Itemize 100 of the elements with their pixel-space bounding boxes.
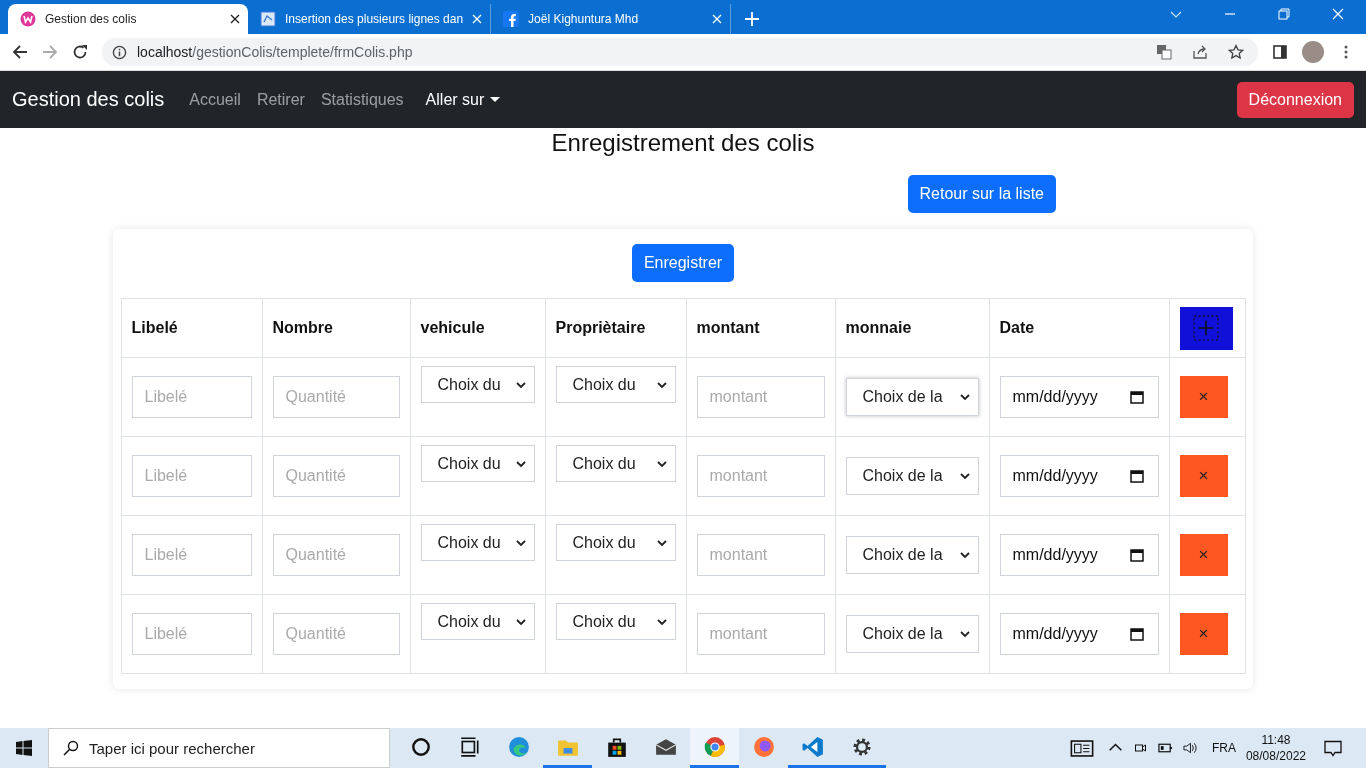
- search-icon: [63, 740, 79, 756]
- delete-row-button[interactable]: ×: [1179, 455, 1228, 497]
- app-logo-icon: [20, 11, 36, 27]
- browser-tab[interactable]: Insertion des plusieurs lignes dan: [248, 4, 492, 34]
- quantity-input[interactable]: Quantité: [272, 455, 400, 497]
- back-to-list-button[interactable]: Retour sur la liste: [907, 175, 1056, 213]
- back-arrow-icon[interactable]: [12, 44, 28, 60]
- date-input[interactable]: mm/dd/yyyy: [999, 455, 1159, 497]
- amount-input[interactable]: montant: [696, 534, 825, 576]
- owner-select[interactable]: Choix du: [555, 603, 676, 640]
- share-icon[interactable]: [1192, 44, 1208, 60]
- label-input[interactable]: Libelé: [131, 534, 252, 576]
- brand-link[interactable]: Gestion des colis: [12, 88, 165, 111]
- language-indicator[interactable]: FRA: [1211, 741, 1236, 755]
- save-button[interactable]: Enregistrer: [631, 244, 735, 282]
- currency-select[interactable]: Choix de la: [845, 615, 979, 653]
- nav-link[interactable]: Statistiques: [320, 90, 404, 109]
- vehicle-select[interactable]: Choix du: [420, 524, 535, 561]
- vehicle-select[interactable]: Choix du: [420, 366, 535, 403]
- add-row-button[interactable]: [1179, 306, 1233, 350]
- browser-tab[interactable]: Joël Kighuntura Mhd: [491, 4, 732, 34]
- date-input[interactable]: mm/dd/yyyy: [999, 376, 1159, 418]
- chevron-down-icon: [656, 458, 667, 469]
- date-input[interactable]: mm/dd/yyyy: [999, 613, 1159, 655]
- notification-icon[interactable]: [1324, 739, 1342, 757]
- camera-icon[interactable]: [1132, 741, 1148, 755]
- new-tab-icon[interactable]: [745, 12, 760, 26]
- code-editor-icon: [801, 735, 824, 758]
- address-field[interactable]: localhost/gestionColis/templete/frmColis.php: [102, 38, 1258, 66]
- chevron-down-icon: [959, 471, 970, 481]
- nav-link[interactable]: Accueil: [189, 90, 241, 109]
- close-icon[interactable]: [230, 14, 240, 24]
- shopping-bag-icon: [605, 735, 628, 758]
- chevron-down-icon: [656, 379, 667, 390]
- plus-icon: [1193, 315, 1219, 341]
- facebook-icon: [503, 11, 520, 27]
- info-icon: [112, 44, 127, 60]
- column-header: vehicule: [410, 298, 545, 358]
- star-icon[interactable]: [1228, 44, 1244, 60]
- edge-icon: [507, 735, 530, 758]
- taskbar-search-field[interactable]: Taper ici pour rechercher: [48, 728, 390, 768]
- windows-start-icon[interactable]: [16, 740, 32, 756]
- chevron-down-icon: [959, 392, 970, 402]
- delete-row-button[interactable]: ×: [1179, 376, 1228, 418]
- profile-avatar[interactable]: [1302, 41, 1324, 63]
- currency-select[interactable]: Choix de la: [845, 457, 979, 495]
- owner-select[interactable]: Choix du: [555, 445, 676, 482]
- label-input[interactable]: Libelé: [131, 613, 252, 655]
- circle-icon: [409, 735, 432, 758]
- logout-button[interactable]: Déconnexion: [1236, 81, 1354, 118]
- battery-icon[interactable]: [1157, 741, 1173, 755]
- chevron-down-icon: [959, 550, 970, 560]
- clock[interactable]: 11:48 08/08/2022: [1245, 732, 1306, 764]
- taskbar-chrome-button[interactable]: [690, 728, 739, 768]
- calendar-icon: [1129, 548, 1144, 562]
- nav-dropdown[interactable]: Aller sur: [425, 90, 501, 109]
- document-icon: [260, 11, 276, 27]
- browser-tab[interactable]: Gestion des colis: [8, 4, 248, 34]
- vehicle-select[interactable]: Choix du: [420, 603, 535, 640]
- currency-select[interactable]: Choix de la: [845, 378, 979, 416]
- owner-select[interactable]: Choix du: [555, 524, 676, 561]
- nav-link[interactable]: Retirer: [256, 90, 305, 109]
- news-icon[interactable]: [1069, 739, 1094, 757]
- delete-row-button[interactable]: ×: [1179, 613, 1228, 655]
- amount-input[interactable]: montant: [696, 455, 825, 497]
- chevron-down-icon: [656, 616, 667, 627]
- chevron-down-icon: [515, 537, 526, 548]
- speaker-icon[interactable]: [1182, 741, 1198, 755]
- chrome-icon: [703, 735, 726, 758]
- translate-icon[interactable]: [1156, 44, 1172, 60]
- calendar-icon: [1129, 390, 1144, 404]
- column-header: montant: [686, 298, 835, 358]
- label-input[interactable]: Libelé: [131, 455, 252, 497]
- chevron-down-icon: [515, 379, 526, 390]
- firefox-icon: [752, 735, 775, 758]
- label-input[interactable]: Libelé: [131, 376, 252, 418]
- quantity-input[interactable]: Quantité: [272, 534, 400, 576]
- quantity-input[interactable]: Quantité: [272, 613, 400, 655]
- owner-select[interactable]: Choix du: [555, 366, 676, 403]
- amount-input[interactable]: montant: [696, 613, 825, 655]
- currency-select[interactable]: Choix de la: [845, 536, 979, 574]
- column-header: monnaie: [835, 298, 989, 358]
- amount-input[interactable]: montant: [696, 376, 825, 418]
- delete-row-button[interactable]: ×: [1179, 534, 1228, 576]
- restore-icon[interactable]: [1278, 8, 1290, 20]
- column-header: Propriètaire: [545, 298, 686, 358]
- calendar-icon: [1129, 469, 1144, 483]
- chevron-down-icon: [515, 458, 526, 469]
- chevron-down-icon: [959, 629, 970, 639]
- task-view-icon: [458, 735, 481, 758]
- column-header: Nombre: [262, 298, 410, 358]
- page-title: Enregistrement des colis: [551, 129, 815, 157]
- side-panel-icon[interactable]: [1272, 44, 1288, 60]
- reload-icon[interactable]: [72, 44, 88, 60]
- vehicle-select[interactable]: Choix du: [420, 445, 535, 482]
- chevron-down-icon: [656, 537, 667, 548]
- date-input[interactable]: mm/dd/yyyy: [999, 534, 1159, 576]
- calendar-icon: [1129, 627, 1144, 641]
- column-header: Date: [989, 298, 1169, 358]
- quantity-input[interactable]: Quantité: [272, 376, 400, 418]
